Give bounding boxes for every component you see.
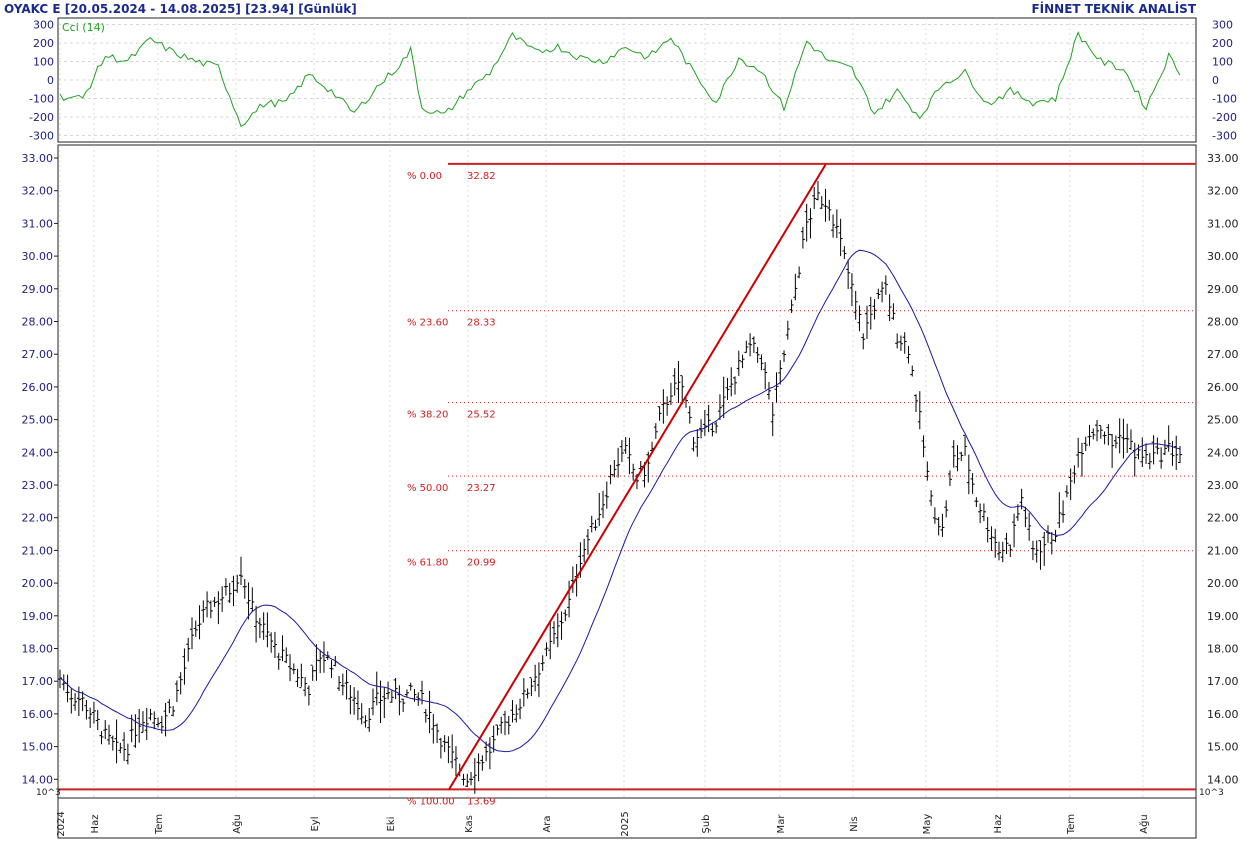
x-tick-label: May [922, 814, 933, 835]
cci-ytick-left: -100 [29, 93, 54, 106]
cci-ytick-left: 300 [33, 19, 54, 32]
price-ytick-right: 20.00 [1207, 577, 1239, 590]
price-ytick-left: 19.00 [22, 610, 54, 623]
cci-ytick-right: 200 [1212, 37, 1233, 50]
price-chart-svg: 300 300 200 200 100 100 0 0 -100 -100 -200 -200 -300… [22, 17, 1239, 839]
cci-ytick-right: 0 [1212, 74, 1219, 87]
fib-value-label: 32.82 [467, 171, 496, 182]
x-tick-label: Ara [542, 815, 553, 832]
price-ytick-right: 23.00 [1207, 479, 1239, 492]
x-tick-label: Eki [386, 817, 397, 832]
scale-note-right: 10^3 [1199, 788, 1224, 798]
cci-label: Cci (14) [62, 21, 105, 34]
price-ytick-right: 18.00 [1207, 643, 1239, 656]
cci-ytick-left: -200 [29, 111, 54, 124]
x-tick-label: Nis [849, 816, 860, 831]
price-ytick-right: 29.00 [1207, 283, 1239, 296]
x-tick-label: Haz [993, 815, 1004, 834]
price-ytick-right: 26.00 [1207, 381, 1239, 394]
price-ytick-left: 30.00 [22, 250, 54, 263]
cci-ytick-right: -300 [1212, 130, 1237, 143]
cci-ytick-right: 100 [1212, 56, 1233, 69]
cci-ytick-right: -100 [1212, 93, 1237, 106]
price-ytick-left: 26.00 [22, 381, 54, 394]
price-ytick-right: 25.00 [1207, 414, 1239, 427]
fib-value-label: 28.33 [467, 318, 496, 329]
price-ytick-right: 31.00 [1207, 217, 1239, 230]
price-ytick-right: 22.00 [1207, 512, 1239, 525]
fib-value-label: 25.52 [467, 410, 496, 421]
cci-ytick-right: -200 [1212, 111, 1237, 124]
fib-pct-label: % 0.00 [407, 171, 442, 182]
price-panel [57, 144, 1197, 799]
cci-ytick-left: 200 [33, 37, 54, 50]
x-tick-label: Haz [90, 815, 101, 834]
x-tick-label: Ağu [231, 814, 243, 834]
fib-value-label: 20.99 [467, 558, 496, 569]
price-ytick-right: 27.00 [1207, 348, 1239, 361]
fib-pct-label: % 100.00 [407, 796, 455, 807]
price-ytick-left: 17.00 [22, 675, 54, 688]
price-ytick-right: 32.00 [1207, 185, 1239, 198]
x-tick-label: Mar [776, 814, 787, 834]
price-ytick-left: 15.00 [22, 741, 54, 754]
price-ytick-right: 17.00 [1207, 675, 1239, 688]
x-tick-label: Şub [701, 814, 712, 833]
price-ytick-left: 20.00 [22, 577, 54, 590]
price-ytick-right: 14.00 [1207, 773, 1239, 786]
price-ytick-right: 28.00 [1207, 316, 1239, 329]
x-tick-label: Ağu [1138, 814, 1150, 834]
scale-note-left: 10^3 [36, 788, 61, 798]
cci-ytick-left: 100 [33, 56, 54, 69]
fib-pct-label: % 23.60 [407, 318, 448, 329]
price-ytick-left: 25.00 [22, 414, 54, 427]
price-ytick-left: 24.00 [22, 446, 54, 459]
price-ytick-left: 31.00 [22, 217, 54, 230]
x-tick-label: 2024 [56, 811, 67, 836]
price-ytick-left: 18.00 [22, 643, 54, 656]
cci-ytick-right: 300 [1212, 19, 1233, 32]
price-ytick-left: 22.00 [22, 512, 54, 525]
price-ytick-left: 29.00 [22, 283, 54, 296]
fib-pct-label: % 61.80 [407, 558, 448, 569]
price-ytick-left: 16.00 [22, 708, 54, 721]
fib-value-label: 23.27 [467, 483, 496, 494]
price-ytick-left: 21.00 [22, 544, 54, 557]
price-ytick-right: 19.00 [1207, 610, 1239, 623]
price-ytick-left: 27.00 [22, 348, 54, 361]
price-ytick-right: 21.00 [1207, 544, 1239, 557]
x-tick-label: Eyl [310, 816, 321, 831]
fib-pct-label: % 38.20 [407, 410, 448, 421]
x-tick-label: Tem [1066, 814, 1077, 835]
price-ytick-left: 32.00 [22, 185, 54, 198]
price-ytick-right: 16.00 [1207, 708, 1239, 721]
price-ytick-right: 15.00 [1207, 741, 1239, 754]
fib-value-label: 13.69 [467, 796, 496, 807]
price-ytick-left: 28.00 [22, 316, 54, 329]
price-ytick-left: 23.00 [22, 479, 54, 492]
cci-ytick-left: -300 [29, 130, 54, 143]
price-ytick-left: 33.00 [22, 152, 54, 165]
fib-pct-label: % 50.00 [407, 483, 448, 494]
price-ytick-left: 14.00 [22, 773, 54, 786]
price-ytick-right: 30.00 [1207, 250, 1239, 263]
cci-ytick-left: 0 [47, 74, 54, 87]
price-ytick-right: 24.00 [1207, 446, 1239, 459]
x-tick-label: 2025 [620, 811, 631, 836]
x-tick-label: Tem [154, 814, 165, 835]
x-tick-label: Kas [464, 815, 475, 833]
price-ytick-right: 33.00 [1207, 152, 1239, 165]
